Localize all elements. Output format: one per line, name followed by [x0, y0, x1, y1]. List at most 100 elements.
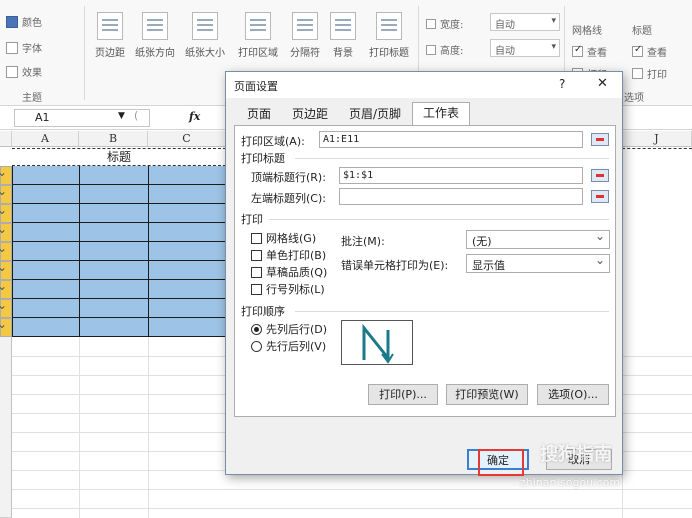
column-header[interactable]: C — [148, 131, 226, 147]
page-order-section: 打印顺序 — [241, 305, 285, 318]
section-divider — [269, 219, 609, 220]
theme-colors-button[interactable]: 颜色 — [6, 14, 42, 29]
range-picker-icon[interactable] — [591, 133, 609, 146]
title-cell[interactable]: 标题 — [12, 148, 226, 166]
column-header[interactable]: B — [79, 131, 148, 147]
theme-effects-button[interactable]: 效果 — [6, 64, 42, 79]
page-setup-dialog: 页面设置 ? ✕ 页面 页边距 页眉/页脚 工作表 打印区域(A): A1:E1… — [225, 71, 623, 475]
comments-label: 批注(M): — [341, 235, 385, 248]
theme-fonts-button[interactable]: 字体 — [6, 40, 42, 55]
width-icon — [426, 18, 436, 29]
sheet-options-group-label: 选项 — [624, 93, 644, 104]
rows-repeat-label: 顶端标题行(R): — [251, 171, 326, 184]
page-order-preview-icon — [341, 320, 413, 365]
row-header[interactable] — [0, 241, 12, 261]
size-button[interactable]: 纸张大小 — [180, 12, 230, 59]
print-area-input[interactable]: A1:E11 — [319, 131, 583, 148]
page-break-line — [622, 148, 692, 166]
tab-header-footer[interactable]: 页眉/页脚 — [340, 104, 410, 126]
breaks-icon — [292, 12, 318, 40]
cols-repeat-input[interactable] — [339, 188, 583, 205]
black-white-checkbox[interactable]: 单色打印(B) — [251, 247, 326, 263]
highlight-box — [478, 449, 524, 476]
headings-print-checkbox[interactable]: 打印 — [632, 66, 667, 81]
comments-select[interactable]: (无) — [466, 229, 610, 249]
checkbox-icon — [632, 68, 643, 79]
row-header[interactable] — [0, 298, 12, 318]
tab-page[interactable]: 页面 — [240, 104, 278, 126]
effects-icon — [6, 65, 18, 78]
row-header[interactable] — [0, 279, 12, 299]
row-col-headings-checkbox[interactable]: 行号列标(L) — [251, 281, 325, 297]
column-header[interactable]: J — [622, 131, 692, 147]
margins-button[interactable]: 页边距 — [90, 12, 130, 59]
print-preview-button[interactable]: 打印预览(W) — [446, 384, 528, 405]
cancel-icon[interactable]: ( — [134, 109, 138, 122]
section-divider — [295, 158, 609, 159]
height-label: 高度: — [426, 42, 463, 57]
radio-icon — [251, 323, 262, 335]
headings-group-label: 标题 — [632, 26, 652, 37]
data-range-rows — [12, 166, 226, 337]
chevron-down-icon[interactable]: ▼ — [118, 111, 125, 121]
draft-quality-checkbox[interactable]: 草稿品质(Q) — [251, 264, 327, 280]
checkbox-icon — [251, 249, 262, 261]
breaks-button[interactable]: 分隔符 — [285, 12, 325, 59]
fx-icon[interactable]: fx — [189, 110, 200, 123]
row-header[interactable] — [0, 337, 12, 518]
size-icon — [192, 12, 218, 40]
gridlines-checkbox[interactable]: 网格线(G) — [251, 230, 316, 246]
row-header[interactable] — [0, 184, 12, 204]
width-select[interactable]: 自动 — [490, 13, 560, 31]
fonts-icon — [6, 41, 18, 54]
range-picker-icon[interactable] — [591, 190, 609, 203]
down-then-over-radio[interactable]: 先列后行(D) — [251, 321, 327, 337]
gridlines-group-label: 网格线 — [572, 26, 602, 37]
gridline — [12, 489, 692, 490]
errors-select[interactable]: 显示值 — [466, 253, 610, 273]
print-section: 打印 — [241, 213, 263, 226]
print-titles-button[interactable]: 打印标题 — [362, 12, 416, 59]
background-button[interactable]: 背景 — [326, 12, 360, 59]
over-then-down-radio[interactable]: 先行后列(V) — [251, 338, 326, 354]
headings-view-checkbox[interactable]: 查看 — [632, 44, 667, 59]
watermark-logo: 搜狗指南 — [540, 444, 612, 465]
name-box[interactable]: A1 — [14, 109, 150, 127]
watermark-url: zhinan.sogou.com — [520, 476, 621, 489]
print-button[interactable]: 打印(P)... — [368, 384, 438, 405]
background-icon — [330, 12, 356, 40]
checkbox-icon — [251, 266, 262, 278]
checkbox-icon — [632, 44, 643, 57]
gridlines-view-checkbox[interactable]: 查看 — [572, 44, 607, 59]
height-select[interactable]: 自动 — [490, 39, 560, 57]
height-icon — [426, 44, 436, 55]
close-button[interactable]: ✕ — [597, 76, 608, 91]
options-button[interactable]: 选项(O)... — [537, 384, 609, 405]
row-header[interactable] — [0, 222, 12, 242]
print-area-icon — [245, 12, 271, 40]
gridline — [12, 508, 692, 509]
help-button[interactable]: ? — [559, 77, 565, 91]
row-header[interactable] — [0, 260, 12, 280]
checkbox-icon — [251, 232, 262, 244]
column-header[interactable]: A — [12, 131, 79, 147]
row-header[interactable] — [0, 165, 12, 185]
orientation-icon — [142, 12, 168, 40]
tab-sheet[interactable]: 工作表 — [412, 102, 470, 126]
colors-icon — [6, 15, 18, 28]
tab-margins[interactable]: 页边距 — [284, 104, 336, 126]
gridline — [79, 337, 80, 518]
print-titles-icon — [376, 12, 402, 40]
range-picker-icon[interactable] — [591, 169, 609, 182]
row-header[interactable] — [0, 317, 12, 337]
row-header[interactable] — [0, 203, 12, 223]
theme-group-label: 主题 — [22, 93, 42, 104]
checkbox-icon — [572, 44, 583, 57]
checkbox-icon — [251, 283, 262, 295]
select-all-corner[interactable] — [0, 131, 12, 147]
dialog-title-bar[interactable]: 页面设置 ? ✕ — [226, 72, 622, 98]
rows-repeat-input[interactable]: $1:$1 — [339, 167, 583, 184]
orientation-button[interactable]: 纸张方向 — [131, 12, 179, 59]
print-area-button[interactable]: 打印区域 — [231, 12, 285, 59]
cols-repeat-label: 左端标题列(C): — [251, 192, 326, 205]
